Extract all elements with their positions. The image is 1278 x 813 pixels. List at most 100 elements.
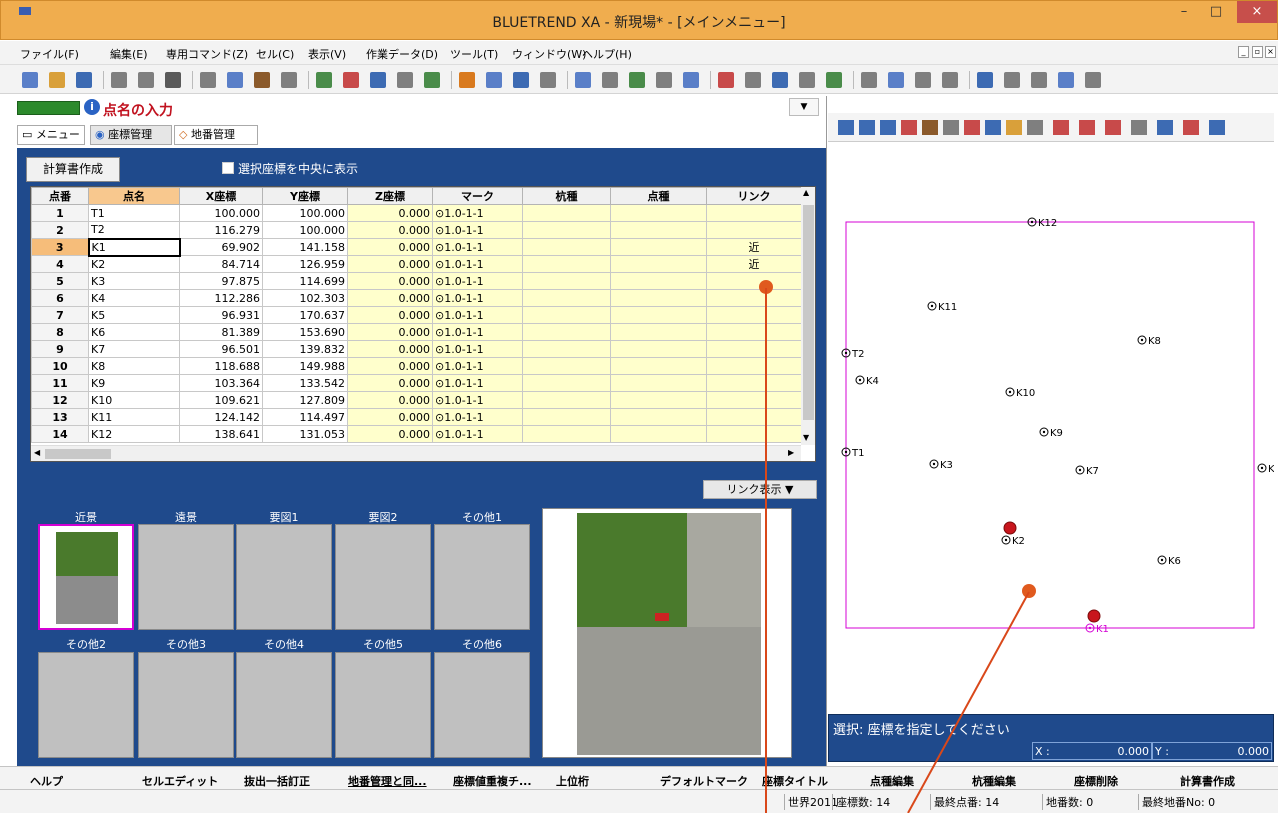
map-point[interactable]: K2: [1001, 535, 1025, 547]
toolbar-button-icon[interactable]: [459, 72, 475, 88]
row-number-cell[interactable]: 3: [31, 238, 89, 256]
toolbar-button-icon[interactable]: [227, 72, 243, 88]
grid-cell[interactable]: 97.875: [179, 272, 263, 290]
map-tool-icon[interactable]: [880, 120, 896, 135]
toolbar-button-icon[interactable]: [629, 72, 645, 88]
grid-cell[interactable]: T2: [88, 221, 180, 239]
grid-cell[interactable]: 124.142: [179, 408, 263, 426]
grid-cell[interactable]: ⊙1.0-1-1: [432, 391, 523, 409]
map-tool-icon[interactable]: [1006, 120, 1022, 135]
toolbar-button-icon[interactable]: [1004, 72, 1020, 88]
map-tool-icon[interactable]: [964, 120, 980, 135]
table-row[interactable]: 10 K8 118.688 149.988 0.000 ⊙1.0-1-1: [31, 357, 802, 375]
scroll-right-icon[interactable]: ▶: [788, 448, 794, 457]
grid-cell[interactable]: ⊙1.0-1-1: [432, 306, 523, 324]
grid-cell[interactable]: T1: [88, 204, 180, 222]
menu-window[interactable]: ウィンドウ(W): [512, 46, 586, 62]
grid-cell[interactable]: K3: [88, 272, 180, 290]
grid-cell[interactable]: K12: [88, 425, 180, 443]
grid-cell[interactable]: [610, 323, 707, 341]
table-row[interactable]: 12 K10 109.621 127.809 0.000 ⊙1.0-1-1: [31, 391, 802, 409]
table-row[interactable]: 13 K11 124.142 114.497 0.000 ⊙1.0-1-1: [31, 408, 802, 426]
grid-cell[interactable]: 近: [706, 238, 802, 256]
grid-cell[interactable]: ⊙1.0-1-1: [432, 408, 523, 426]
map-point[interactable]: K8: [1137, 335, 1161, 347]
grid-cell[interactable]: [610, 425, 707, 443]
grid-cell[interactable]: 0.000: [347, 391, 433, 409]
toolbar-button-icon[interactable]: [656, 72, 672, 88]
grid-cell[interactable]: [522, 221, 611, 239]
mdi-minimize-icon[interactable]: _: [1238, 46, 1249, 58]
grid-cell[interactable]: [610, 238, 707, 256]
grid-cell[interactable]: ⊙1.0-1-1: [432, 204, 523, 222]
grid-cell[interactable]: 102.303: [262, 289, 348, 307]
col-header[interactable]: X座標: [179, 187, 263, 205]
table-row[interactable]: 2 T2 116.279 100.000 0.000 ⊙1.0-1-1: [31, 221, 802, 239]
map-point[interactable]: K6: [1157, 555, 1181, 567]
map-tool-icon[interactable]: [838, 120, 854, 135]
mdi-close-icon[interactable]: ×: [1265, 46, 1276, 58]
col-header[interactable]: マーク: [432, 187, 523, 205]
photo-pin-icon[interactable]: [1087, 609, 1101, 623]
calc-report-button[interactable]: 計算書作成: [26, 157, 120, 182]
row-number-cell[interactable]: 6: [31, 289, 89, 307]
toolbar-button-icon[interactable]: [513, 72, 529, 88]
grid-cell[interactable]: 0.000: [347, 374, 433, 392]
toolbar-button-icon[interactable]: [1058, 72, 1074, 88]
grid-cell[interactable]: 0.000: [347, 238, 433, 256]
menu-commands[interactable]: 専用コマンド(Z): [166, 46, 248, 62]
row-number-cell[interactable]: 11: [31, 374, 89, 392]
map-point[interactable]: K3: [929, 459, 953, 471]
col-header[interactable]: 点番: [31, 187, 89, 205]
map-tool-icon[interactable]: [1079, 120, 1095, 135]
toolbar-button-icon[interactable]: [1031, 72, 1047, 88]
map-tool-icon[interactable]: [922, 120, 938, 135]
menu-view[interactable]: 表示(V): [308, 46, 346, 62]
fn-calc-report[interactable]: 計算書作成: [1180, 773, 1235, 789]
table-row[interactable]: 5 K3 97.875 114.699 0.000 ⊙1.0-1-1: [31, 272, 802, 290]
center-checkbox[interactable]: [222, 162, 234, 174]
grid-cell[interactable]: 141.158: [262, 238, 348, 256]
grid-cell[interactable]: 139.832: [262, 340, 348, 358]
table-row[interactable]: 1 T1 100.000 100.000 0.000 ⊙1.0-1-1: [31, 204, 802, 222]
fn-dup-check[interactable]: 座標値重複チ...: [453, 773, 532, 789]
col-header[interactable]: 杭種: [522, 187, 611, 205]
grid-cell[interactable]: 0.000: [347, 340, 433, 358]
grid-cell[interactable]: [522, 374, 611, 392]
thumb-other5[interactable]: [335, 652, 431, 758]
grid-cell[interactable]: 0.000: [347, 255, 433, 273]
grid-cell[interactable]: 116.279: [179, 221, 263, 239]
grid-cell[interactable]: ⊙1.0-1-1: [432, 340, 523, 358]
thumb-other4[interactable]: [236, 652, 332, 758]
map-point[interactable]: K1: [1085, 623, 1109, 635]
grid-cell[interactable]: 96.501: [179, 340, 263, 358]
menu-workdata[interactable]: 作業データ(D): [366, 46, 438, 62]
toolbar-button-icon[interactable]: [138, 72, 154, 88]
maximize-button[interactable]: □: [1201, 1, 1231, 23]
map-point[interactable]: K11: [927, 301, 957, 313]
row-number-cell[interactable]: 9: [31, 340, 89, 358]
grid-cell[interactable]: 133.542: [262, 374, 348, 392]
grid-cell[interactable]: [610, 221, 707, 239]
grid-cell[interactable]: 0.000: [347, 204, 433, 222]
grid-cell[interactable]: [522, 289, 611, 307]
map-point[interactable]: K: [1257, 463, 1274, 475]
grid-cell[interactable]: [522, 340, 611, 358]
mdi-restore-icon[interactable]: ▫: [1252, 46, 1263, 58]
minimize-button[interactable]: –: [1169, 1, 1199, 23]
grid-cell[interactable]: 149.988: [262, 357, 348, 375]
map-point[interactable]: K4: [855, 375, 879, 387]
grid-cell[interactable]: [706, 272, 802, 290]
grid-cell[interactable]: ⊙1.0-1-1: [432, 323, 523, 341]
grid-cell[interactable]: K5: [88, 306, 180, 324]
toolbar-button-icon[interactable]: [718, 72, 734, 88]
table-row[interactable]: 6 K4 112.286 102.303 0.000 ⊙1.0-1-1: [31, 289, 802, 307]
grid-cell[interactable]: ⊙1.0-1-1: [432, 272, 523, 290]
fn-cell-edit[interactable]: セルエディット: [142, 773, 218, 789]
grid-cell[interactable]: [610, 272, 707, 290]
thumb-other6[interactable]: [434, 652, 530, 758]
scroll-left-icon[interactable]: ◀: [34, 448, 40, 457]
toolbar-button-icon[interactable]: [799, 72, 815, 88]
fn-coord-delete[interactable]: 座標削除: [1074, 773, 1118, 789]
grid-cell[interactable]: 0.000: [347, 289, 433, 307]
